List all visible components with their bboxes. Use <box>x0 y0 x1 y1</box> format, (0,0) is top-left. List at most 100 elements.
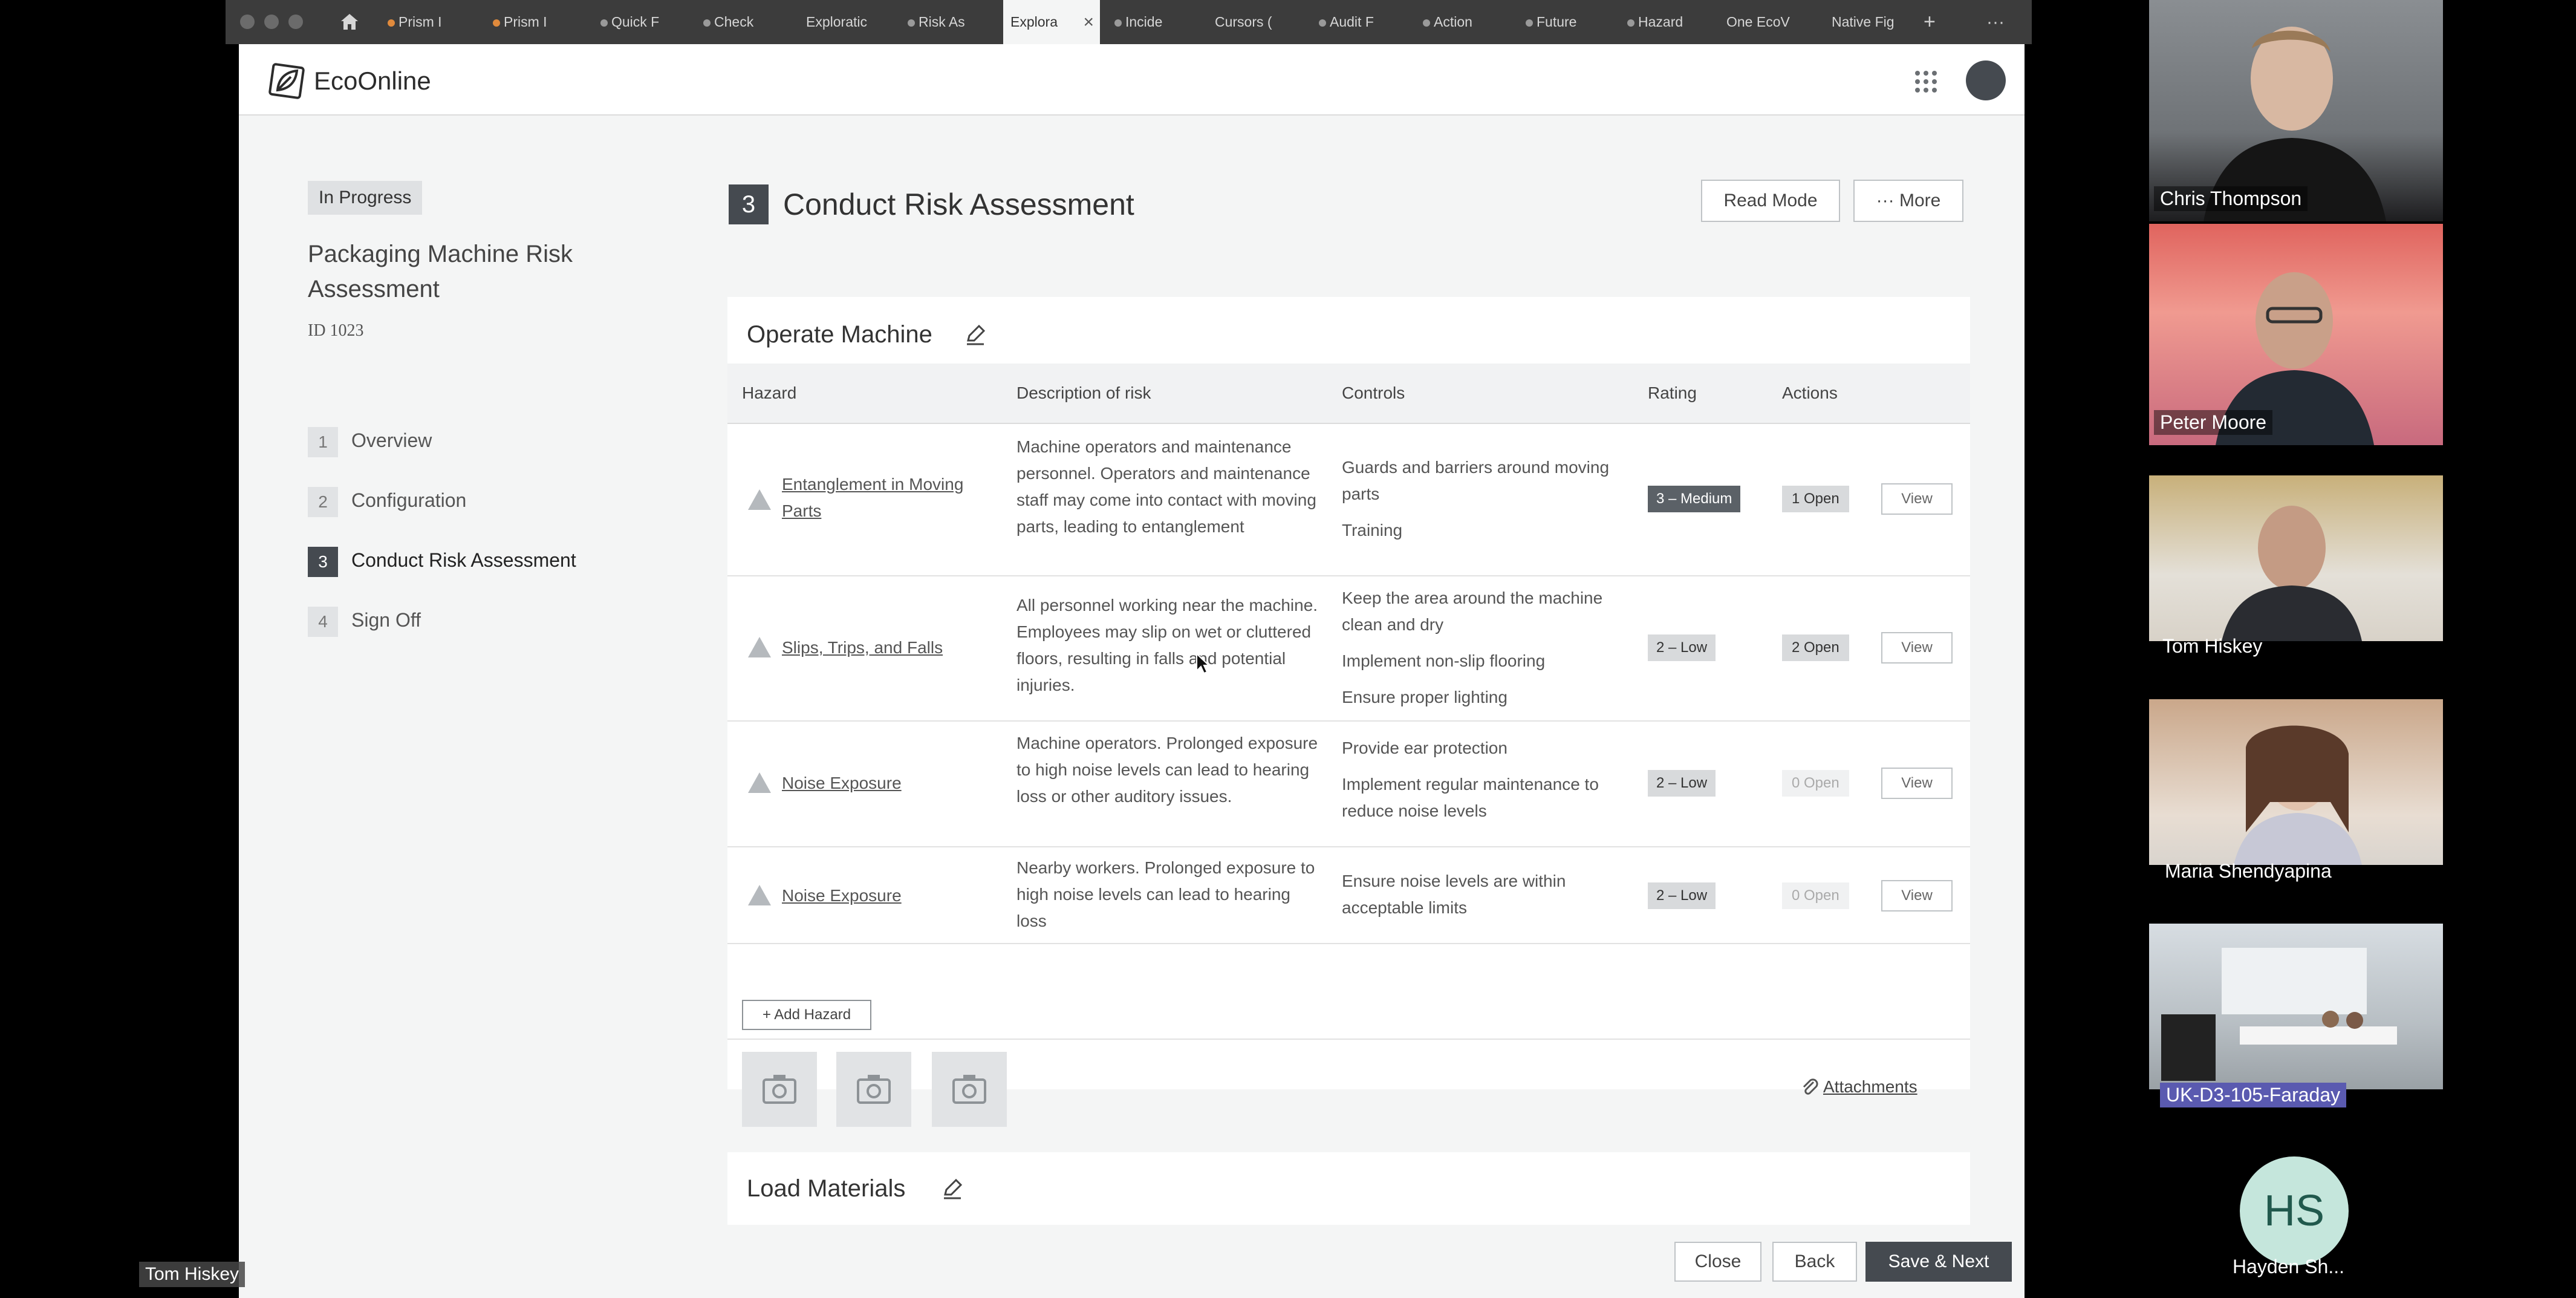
controls-list: Guards and barriers around moving parts … <box>1342 454 1626 553</box>
table-row: Noise Exposure Nearby workers. Prolonged… <box>727 846 1970 944</box>
edit-pencil-icon[interactable] <box>940 1176 964 1201</box>
browser-tab-label: Action <box>1434 14 1472 30</box>
camera-icon <box>952 1075 986 1104</box>
step-number: 3 <box>308 546 338 577</box>
participant-video-tom[interactable] <box>2149 475 2443 641</box>
browser-tab[interactable]: Check <box>696 0 787 44</box>
browser-tab[interactable]: Action <box>1416 0 1506 44</box>
apps-grid-icon[interactable] <box>1914 70 1938 94</box>
tab-favicon-icon <box>600 19 608 27</box>
table-row: Slips, Trips, and Falls All personnel wo… <box>727 575 1970 722</box>
open-actions-badge[interactable]: 0 Open <box>1782 770 1849 797</box>
assessment-id: ID 1023 <box>308 321 364 340</box>
browser-tab[interactable]: Native Fig <box>1824 0 1915 44</box>
browser-tab[interactable]: Exploratic <box>799 0 890 44</box>
browser-tab[interactable]: One EcoV <box>1719 0 1810 44</box>
browser-tab[interactable]: Cursors ( <box>1208 0 1298 44</box>
browser-tab-label: Prism I <box>398 14 442 30</box>
app-top-bar: EcoOnline <box>239 44 2025 116</box>
risk-description: Machine operators and maintenance person… <box>1016 437 1316 536</box>
step-number: 4 <box>308 606 338 637</box>
browser-tab[interactable]: Risk As <box>900 0 991 44</box>
app-name: EcoOnline <box>314 67 431 95</box>
browser-tab-bar: Prism I Prism I Quick F Check Exploratic Risk… <box>226 0 2032 44</box>
participant-avatar-hayden[interactable]: HS <box>2240 1156 2349 1265</box>
open-actions-badge[interactable]: 0 Open <box>1782 882 1849 909</box>
browser-tab[interactable]: Hazard <box>1620 0 1711 44</box>
column-header-controls: Controls <box>1342 383 1405 402</box>
hazard-link[interactable]: Entanglement in Moving Parts <box>782 471 981 524</box>
table-row: Entanglement in Moving Parts Machine ope… <box>727 423 1970 576</box>
more-button[interactable]: ··· More <box>1853 180 1963 222</box>
browser-tab-label: Quick F <box>611 14 660 30</box>
step-number: 1 <box>308 426 338 457</box>
controls-list: Ensure noise levels are within acceptabl… <box>1342 868 1626 931</box>
view-button[interactable]: View <box>1881 632 1953 664</box>
browser-tab-label: Risk As <box>919 14 965 30</box>
read-mode-button[interactable]: Read Mode <box>1701 180 1840 222</box>
browser-tab[interactable]: Prism I <box>380 0 477 44</box>
step-label: Conduct Risk Assessment <box>351 549 576 571</box>
hazard-link[interactable]: Noise Exposure <box>782 882 981 909</box>
tab-favicon-icon <box>1114 19 1122 27</box>
open-actions-badge[interactable]: 1 Open <box>1782 486 1849 512</box>
participant-video-room[interactable] <box>2149 924 2443 1089</box>
attachments-link[interactable]: Attachments <box>1823 1077 1917 1097</box>
browser-tab[interactable]: Quick F <box>593 0 684 44</box>
risk-description: Nearby workers. Prolonged exposure to hi… <box>1016 858 1315 930</box>
browser-tab[interactable]: Incide <box>1107 0 1198 44</box>
close-button[interactable]: Close <box>1674 1242 1761 1282</box>
view-button[interactable]: View <box>1881 483 1953 515</box>
warning-triangle-icon <box>748 637 771 657</box>
view-button[interactable]: View <box>1881 880 1953 912</box>
browser-tab[interactable]: Audit F <box>1312 0 1402 44</box>
close-tab-icon[interactable]: × <box>1083 0 1094 44</box>
status-badge: In Progress <box>308 181 423 215</box>
section-name: Load Materials <box>747 1175 906 1202</box>
warning-triangle-icon <box>748 885 771 905</box>
photo-placeholder[interactable] <box>932 1052 1007 1127</box>
window-close-dot[interactable] <box>240 15 255 29</box>
open-actions-badge[interactable]: 2 Open <box>1782 634 1849 661</box>
user-avatar[interactable] <box>1966 60 2006 100</box>
browser-tab[interactable]: Explora × <box>1003 0 1100 44</box>
control-item: Provide ear protection <box>1342 739 1508 757</box>
photo-placeholder[interactable] <box>836 1052 911 1127</box>
photo-placeholder[interactable] <box>742 1052 817 1127</box>
save-next-button[interactable]: Save & Next <box>1865 1242 2012 1282</box>
browser-tab-label: Check <box>714 14 754 30</box>
edit-pencil-icon[interactable] <box>963 322 987 347</box>
new-tab-button[interactable]: + <box>1924 0 1936 44</box>
section-name: Operate Machine <box>747 321 932 348</box>
controls-list: Provide ear protection Implement regular… <box>1342 735 1626 834</box>
step-configuration[interactable]: 2 Configuration <box>308 484 466 517</box>
step-sign-off[interactable]: 4 Sign Off <box>308 604 421 637</box>
rating-badge: 2 – Low <box>1648 634 1716 661</box>
warning-triangle-icon <box>748 489 771 510</box>
step-overview[interactable]: 1 Overview <box>308 424 432 457</box>
back-button[interactable]: Back <box>1772 1242 1857 1282</box>
browser-tab-label: Native Fig <box>1832 14 1895 30</box>
hazard-link[interactable]: Noise Exposure <box>782 770 981 797</box>
participant-video-chris[interactable]: Chris Thompson <box>2149 0 2443 221</box>
browser-more-button[interactable]: ··· <box>1986 0 2005 44</box>
self-view-name: Tom Hiskey <box>139 1262 246 1287</box>
browser-tab-label: Prism I <box>504 14 547 30</box>
add-hazard-button[interactable]: + Add Hazard <box>742 1000 871 1030</box>
view-button[interactable]: View <box>1881 768 1953 799</box>
hazard-link[interactable]: Slips, Trips, and Falls <box>782 634 981 661</box>
browser-tab[interactable]: Future <box>1518 0 1609 44</box>
risk-description: Machine operators. Prolonged exposure to… <box>1016 734 1318 806</box>
browser-tab[interactable]: Prism I <box>486 0 582 44</box>
camera-icon <box>857 1075 891 1104</box>
step-conduct-risk-assessment[interactable]: 3 Conduct Risk Assessment <box>308 544 576 577</box>
home-icon[interactable] <box>339 12 360 31</box>
participant-video-maria[interactable] <box>2149 699 2443 865</box>
tab-favicon-icon <box>1627 19 1634 27</box>
step-label: Overview <box>351 429 432 451</box>
window-minimize-dot[interactable] <box>264 15 279 29</box>
tab-favicon-icon <box>1526 19 1533 27</box>
participant-video-peter[interactable]: Peter Moore <box>2149 224 2443 445</box>
tab-favicon-icon <box>1423 19 1430 27</box>
window-zoom-dot[interactable] <box>288 15 303 29</box>
